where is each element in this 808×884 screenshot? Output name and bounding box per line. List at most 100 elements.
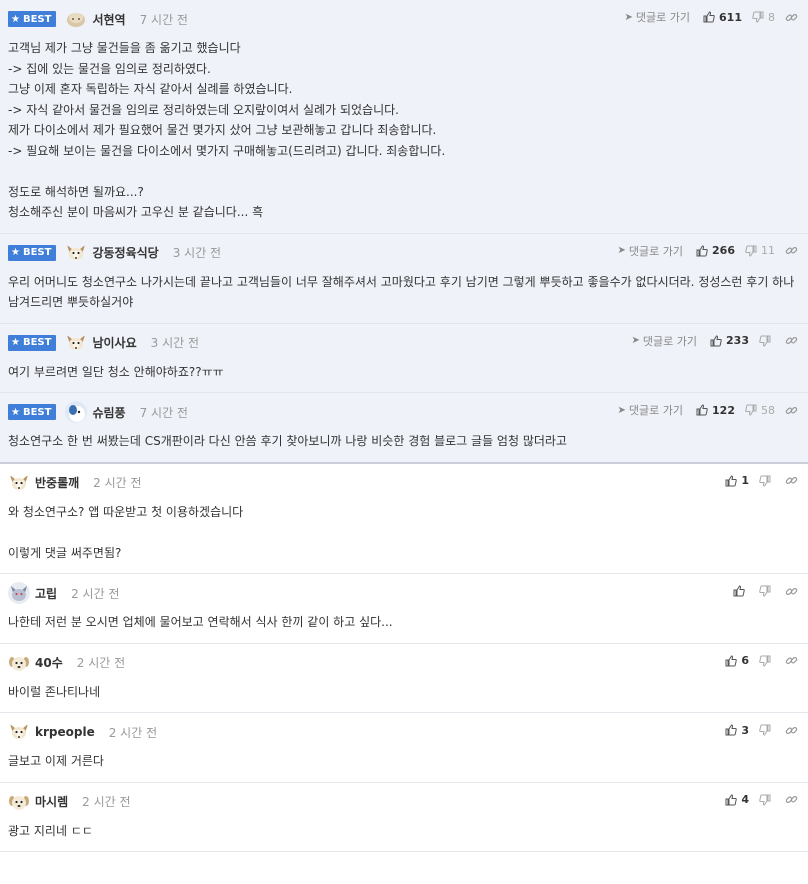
go-to-reply-link[interactable]: ➤ 댓글로 가기 bbox=[625, 9, 691, 25]
best-badge: ★ BEST bbox=[8, 11, 57, 27]
comment-actions: ➤ 댓글로 가기 611 8 bbox=[625, 8, 798, 26]
comment-text: 고객님 제가 그냥 물건들을 좀 옮기고 했습니다 -> 집에 있는 물건을 임… bbox=[8, 41, 446, 219]
like-count: 611 bbox=[719, 10, 742, 24]
avatar[interactable] bbox=[8, 652, 30, 674]
reply-label: 댓글로 가기 bbox=[635, 11, 691, 24]
avatar[interactable] bbox=[8, 582, 30, 604]
dislike-button[interactable]: 8 bbox=[752, 11, 775, 24]
share-link-icon[interactable] bbox=[785, 724, 798, 737]
share-link-icon[interactable] bbox=[785, 11, 798, 24]
like-count: 1 bbox=[741, 474, 749, 487]
dislike-button[interactable]: 58 bbox=[745, 404, 775, 417]
best-label: BEST bbox=[22, 337, 52, 348]
avatar[interactable] bbox=[65, 242, 87, 264]
go-to-reply-link[interactable]: ➤ 댓글로 가기 bbox=[632, 333, 698, 349]
comment: krpeople 2 시간 전 3 글보고 이제 거른다 bbox=[0, 713, 808, 783]
share-link-icon[interactable] bbox=[785, 793, 798, 806]
like-button[interactable]: 266 bbox=[696, 244, 735, 257]
comment-text: 청소연구소 한 번 써봤는데 CS개판이라 다신 안씀 후기 찾아보니까 나랑 … bbox=[8, 434, 567, 448]
go-to-reply-link[interactable]: ➤ 댓글로 가기 bbox=[618, 243, 684, 259]
avatar[interactable] bbox=[65, 401, 88, 423]
thumbs-up-icon bbox=[725, 474, 738, 487]
thumbs-up-icon bbox=[696, 404, 708, 416]
dislike-button[interactable] bbox=[759, 794, 775, 806]
share-link-icon[interactable] bbox=[785, 654, 798, 667]
nickname[interactable]: 서현역 bbox=[92, 11, 125, 28]
nickname[interactable]: 남이사요 bbox=[92, 334, 136, 351]
like-count: 266 bbox=[712, 244, 735, 257]
thumbs-up-icon bbox=[710, 334, 722, 347]
thumbs-down-icon bbox=[745, 245, 757, 257]
best-comment: ★ BEST 남이사요 3 시간 전 ➤ 댓글로 가기 233 여기 부르려면 일단 청소 안… bbox=[0, 323, 808, 393]
like-button[interactable]: 4 bbox=[725, 793, 749, 806]
comment-actions: 1 bbox=[725, 472, 798, 490]
comment: 반중롤깨 2 시간 전 1 와 청소연구소? 앱 따운받고 첫 이용하겠습니다 이렇게… bbox=[0, 464, 808, 574]
share-link-icon[interactable] bbox=[785, 404, 798, 417]
share-link-icon[interactable] bbox=[785, 244, 798, 257]
like-button[interactable]: 3 bbox=[725, 724, 749, 737]
like-button[interactable]: 6 bbox=[725, 654, 749, 667]
dislike-button[interactable] bbox=[759, 724, 775, 736]
comment-text: 광고 지리네 ㄷㄷ bbox=[8, 823, 93, 838]
timestamp: 7 시간 전 bbox=[139, 405, 188, 420]
comment-actions bbox=[733, 582, 798, 600]
share-link-icon[interactable] bbox=[785, 585, 798, 598]
dislike-button[interactable] bbox=[759, 475, 775, 487]
comment-actions: 3 bbox=[725, 721, 798, 739]
share-link-icon[interactable] bbox=[785, 334, 798, 347]
star-icon: ★ bbox=[11, 13, 20, 25]
comment: 고립 2 시간 전 나한테 저런 분 오시면 업체에 물어보고 연락해서 식사 한끼… bbox=[0, 574, 808, 644]
thumbs-down-icon bbox=[759, 794, 771, 806]
nickname[interactable]: krpeople bbox=[35, 725, 95, 739]
timestamp: 7 시간 전 bbox=[139, 12, 188, 27]
avatar[interactable] bbox=[65, 8, 87, 30]
nickname[interactable]: 마시렘 bbox=[35, 793, 68, 810]
timestamp: 3 시간 전 bbox=[172, 246, 222, 260]
comment-text: 바이럴 존나티나네 bbox=[8, 684, 101, 699]
star-icon: ★ bbox=[11, 247, 20, 258]
like-button[interactable]: 611 bbox=[703, 11, 742, 24]
star-icon: ★ bbox=[11, 406, 20, 418]
comment-text: 나한테 저런 분 오시면 업체에 물어보고 연락해서 식사 한끼 같이 하고 싶… bbox=[8, 615, 393, 629]
navigate-arrow-icon: ➤ bbox=[624, 11, 633, 23]
dislike-button[interactable] bbox=[759, 655, 775, 667]
best-badge: ★ BEST bbox=[8, 244, 57, 261]
thumbs-down-icon bbox=[752, 11, 764, 23]
timestamp: 2 시간 전 bbox=[82, 795, 131, 809]
avatar[interactable] bbox=[65, 332, 87, 354]
nickname[interactable]: 강동정육식당 bbox=[92, 244, 158, 261]
thumbs-down-icon bbox=[759, 724, 771, 736]
nickname[interactable]: 반중롤깨 bbox=[35, 474, 79, 491]
comment-actions: ➤ 댓글로 가기 233 bbox=[632, 332, 798, 350]
dislike-button[interactable] bbox=[759, 585, 775, 597]
comment-header: 마시렘 2 시간 전 bbox=[8, 792, 798, 812]
like-count: 122 bbox=[712, 403, 735, 417]
star-icon: ★ bbox=[11, 337, 20, 348]
like-button[interactable] bbox=[733, 585, 749, 597]
nickname[interactable]: 고립 bbox=[35, 585, 57, 602]
dislike-count: 8 bbox=[768, 10, 775, 24]
go-to-reply-link[interactable]: ➤ 댓글로 가기 bbox=[618, 402, 684, 418]
best-label: BEST bbox=[22, 406, 52, 418]
dislike-button[interactable]: 11 bbox=[745, 244, 775, 257]
reply-label: 댓글로 가기 bbox=[628, 404, 684, 417]
comment-text: 우리 어머니도 청소연구소 나가시는데 끝나고 고객님들이 너무 잘해주셔서 고… bbox=[8, 274, 799, 310]
like-count: 233 bbox=[726, 334, 749, 347]
avatar[interactable] bbox=[8, 472, 30, 494]
dislike-button[interactable] bbox=[759, 335, 775, 347]
like-button[interactable]: 122 bbox=[696, 404, 735, 417]
share-link-icon[interactable] bbox=[785, 474, 798, 487]
comment-text: 여기 부르려면 일단 청소 안해야하죠??ㅠㅠ bbox=[8, 364, 224, 379]
thumbs-up-icon bbox=[696, 244, 708, 257]
best-label: BEST bbox=[22, 247, 52, 258]
avatar[interactable] bbox=[8, 791, 30, 813]
like-count: 3 bbox=[741, 723, 749, 737]
navigate-arrow-icon: ➤ bbox=[631, 335, 640, 346]
like-button[interactable]: 1 bbox=[725, 474, 749, 487]
avatar[interactable] bbox=[8, 721, 30, 743]
like-count: 4 bbox=[741, 793, 749, 806]
timestamp: 3 시간 전 bbox=[150, 336, 200, 350]
nickname[interactable]: 40수 bbox=[35, 654, 63, 671]
nickname[interactable]: 슈림풍 bbox=[92, 404, 125, 421]
like-button[interactable]: 233 bbox=[710, 334, 749, 347]
